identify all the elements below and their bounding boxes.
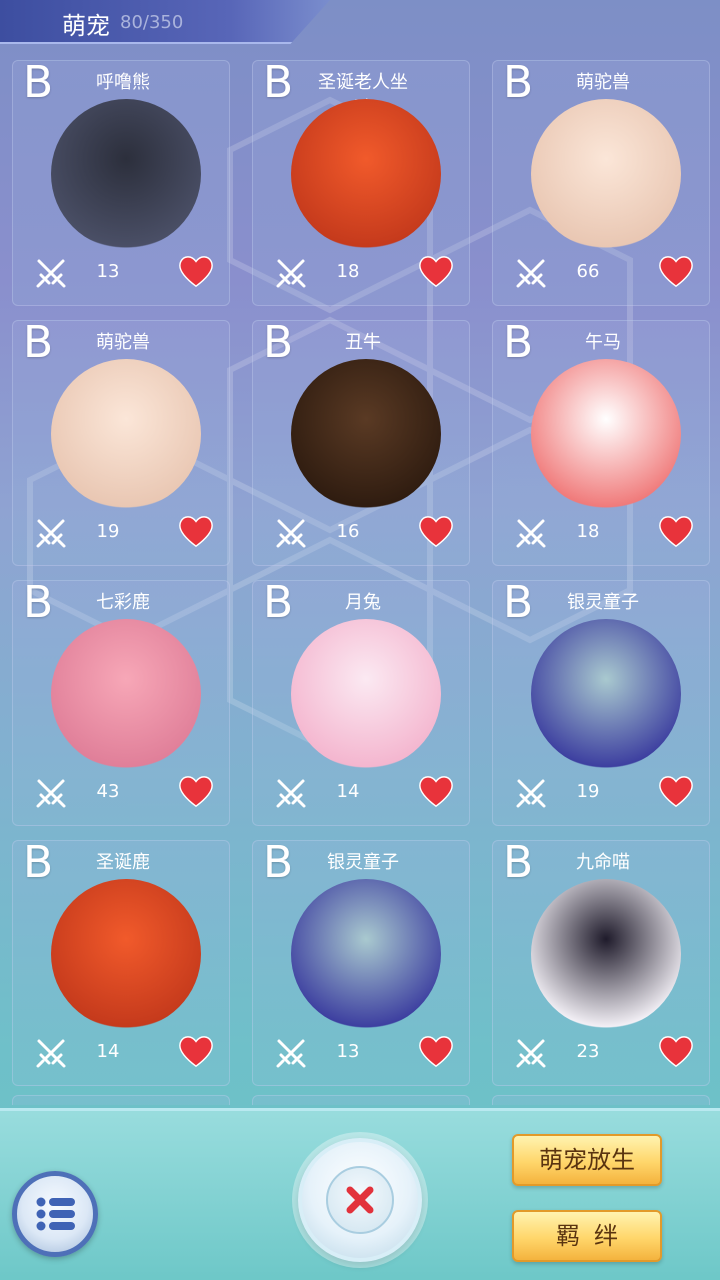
pet-card[interactable]: B 午马 18: [492, 320, 710, 566]
pet-card[interactable]: B 丑牛 16: [252, 320, 470, 566]
pet-power: 18: [336, 261, 360, 282]
crossed-swords-icon: [33, 1035, 69, 1071]
pet-grade: B: [503, 577, 534, 628]
pet-grade: B: [263, 317, 294, 368]
pet-grade: B: [263, 57, 294, 108]
crossed-swords-icon: [273, 515, 309, 551]
crossed-swords-icon: [513, 1035, 549, 1071]
pet-power: 23: [576, 1041, 600, 1062]
heart-icon[interactable]: [417, 253, 455, 289]
pet-card[interactable]: B 圣诞鹿 14: [12, 840, 230, 1086]
pet-grid: B呼噜熊13B圣诞老人坐骑18B萌驼兽66B萌驼兽19B丑牛16B午马18B七彩…: [0, 55, 720, 1105]
pet-name: 午马: [585, 332, 621, 353]
pet-count: 80/350: [120, 12, 184, 33]
pet-power: 14: [96, 1041, 120, 1062]
pet-card[interactable]: B 呼噜熊 13: [12, 60, 230, 306]
pet-portrait: [531, 359, 681, 509]
close-icon: [346, 1186, 374, 1214]
pet-portrait: [291, 359, 441, 509]
pet-card[interactable]: B 银灵童子 19: [492, 580, 710, 826]
pet-card[interactable]: B 月兔 14: [252, 580, 470, 826]
pet-card[interactable]: B圣诞老人坐骑18: [252, 60, 470, 306]
heart-icon[interactable]: [177, 773, 215, 809]
pet-name: 九命喵: [576, 852, 630, 873]
pet-power: 43: [96, 781, 120, 802]
pet-name: 七彩鹿: [96, 592, 150, 613]
pet-portrait: [291, 619, 441, 769]
pet-power: 14: [336, 781, 360, 802]
pet-power: 19: [576, 781, 600, 802]
pet-grade: B: [263, 837, 294, 888]
pet-portrait: [291, 879, 441, 1029]
page-title: 萌宠: [62, 12, 110, 40]
close-button[interactable]: [298, 1138, 422, 1262]
pet-grade: B: [23, 317, 54, 368]
pet-name: 丑牛: [345, 332, 381, 353]
pet-grade: B: [263, 577, 294, 628]
menu-button[interactable]: [12, 1171, 98, 1257]
crossed-swords-icon: [513, 255, 549, 291]
pet-card[interactable]: B 银灵童子 13: [252, 840, 470, 1086]
crossed-swords-icon: [513, 515, 549, 551]
pet-portrait: [291, 99, 441, 249]
pet-card[interactable]: B 九命喵 23: [492, 840, 710, 1086]
pet-grade: B: [503, 317, 534, 368]
pet-portrait: [51, 99, 201, 249]
crossed-swords-icon: [33, 775, 69, 811]
pet-card[interactable]: B 萌驼兽 66: [492, 60, 710, 306]
pet-portrait: [51, 879, 201, 1029]
pet-name: 圣诞鹿: [96, 852, 150, 873]
pet-portrait: [531, 879, 681, 1029]
pet-name: 月兔: [345, 592, 381, 613]
pet-grade: B: [503, 837, 534, 888]
pet-name: 萌驼兽: [96, 332, 150, 353]
crossed-swords-icon: [33, 515, 69, 551]
heart-icon[interactable]: [657, 1033, 695, 1069]
heart-icon[interactable]: [417, 513, 455, 549]
pet-name: 银灵童子: [567, 592, 639, 613]
pet-name: 萌驼兽: [576, 72, 630, 93]
list-icon: [36, 1197, 75, 1231]
heart-icon[interactable]: [177, 1033, 215, 1069]
crossed-swords-icon: [273, 255, 309, 291]
heart-icon[interactable]: [657, 513, 695, 549]
pet-card-partial[interactable]: [492, 1095, 710, 1105]
pet-card-partial[interactable]: [252, 1095, 470, 1105]
pet-portrait: [51, 359, 201, 509]
pet-name: 呼噜熊: [96, 72, 150, 93]
pet-card[interactable]: B 七彩鹿 43: [12, 580, 230, 826]
crossed-swords-icon: [513, 775, 549, 811]
pet-grade: B: [23, 57, 54, 108]
pet-card-partial[interactable]: [12, 1095, 230, 1105]
pet-grade: B: [503, 57, 534, 108]
crossed-swords-icon: [273, 775, 309, 811]
heart-icon[interactable]: [657, 773, 695, 809]
pet-power: 13: [336, 1041, 360, 1062]
crossed-swords-icon: [273, 1035, 309, 1071]
release-pet-button[interactable]: 萌宠放生: [512, 1134, 662, 1186]
pet-power: 16: [336, 521, 360, 542]
pet-power: 18: [576, 521, 600, 542]
pet-card[interactable]: B 萌驼兽 19: [12, 320, 230, 566]
pet-portrait: [531, 99, 681, 249]
pet-portrait: [531, 619, 681, 769]
heart-icon[interactable]: [417, 1033, 455, 1069]
heart-icon[interactable]: [177, 513, 215, 549]
heart-icon[interactable]: [657, 253, 695, 289]
pet-name: 银灵童子: [327, 852, 399, 873]
pet-power: 19: [96, 521, 120, 542]
pet-grade: B: [23, 577, 54, 628]
heart-icon[interactable]: [177, 253, 215, 289]
bond-button[interactable]: 羁绊: [512, 1210, 662, 1262]
pet-power: 66: [576, 261, 600, 282]
pet-power: 13: [96, 261, 120, 282]
crossed-swords-icon: [33, 255, 69, 291]
heart-icon[interactable]: [417, 773, 455, 809]
pet-grade: B: [23, 837, 54, 888]
close-button-inner: [326, 1166, 394, 1234]
pet-portrait: [51, 619, 201, 769]
